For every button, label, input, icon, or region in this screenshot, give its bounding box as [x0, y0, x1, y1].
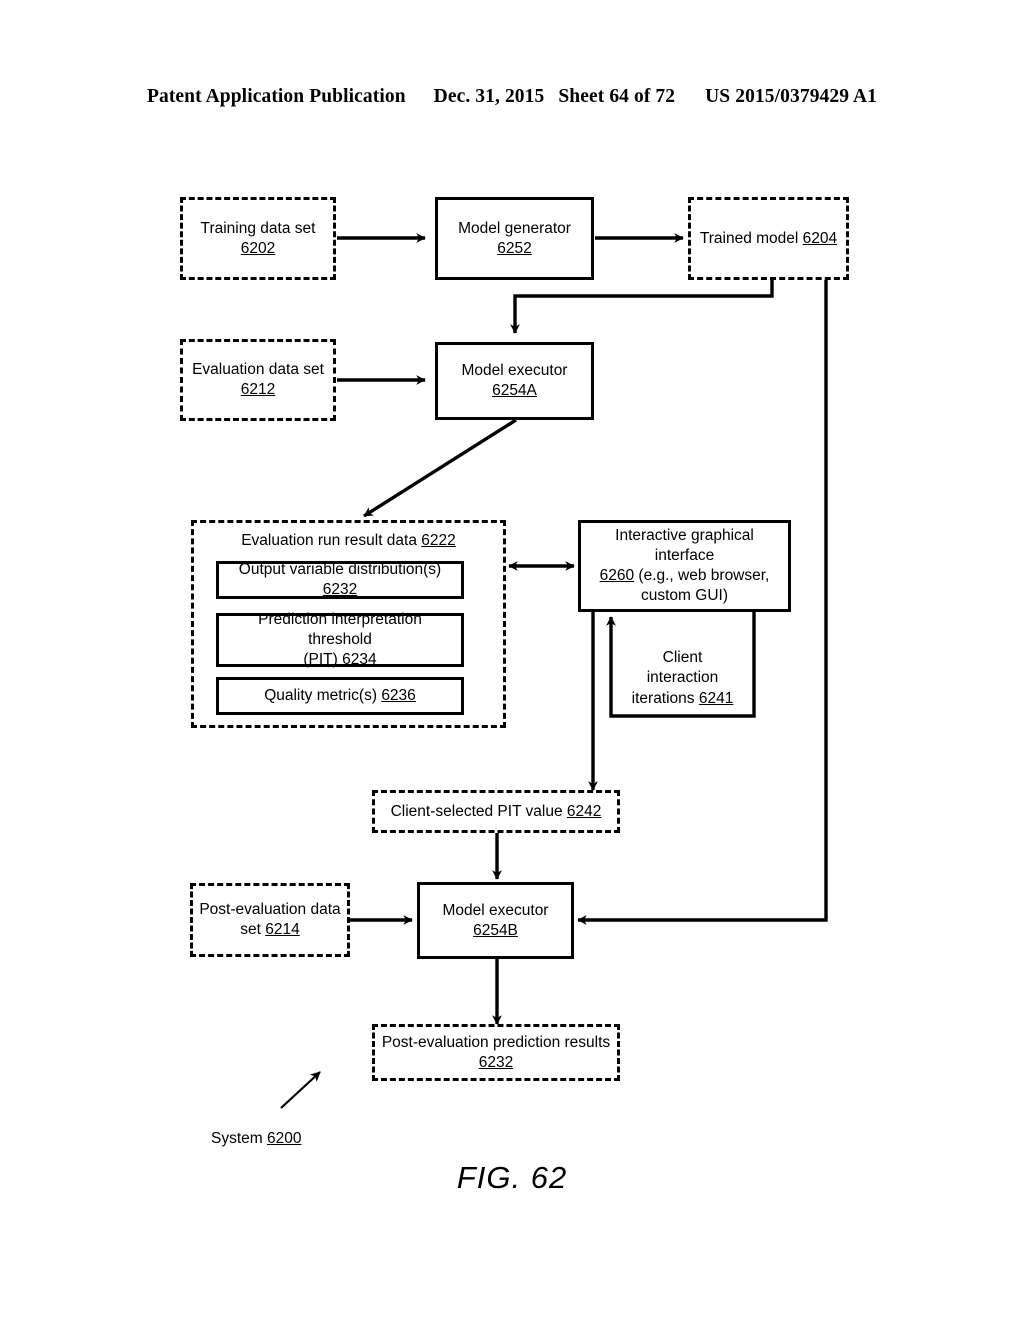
node-interactive-graphical-interface[interactable]: Interactive graphical interface 6260 (e.g… — [578, 520, 791, 612]
node-post-evaluation-data-set[interactable]: Post-evaluation data set 6214 — [190, 883, 350, 957]
node-model-executor-a[interactable]: Model executor 6254A — [435, 342, 594, 420]
label-client-interaction-iterations: Client interaction iterations 6241 — [631, 649, 734, 707]
patent-figure-page: Patent Application Publication Dec. 31, 2… — [0, 0, 1024, 1320]
node-quality-metrics-label: Quality metric(s) 6236 — [264, 687, 416, 705]
publication-header: Patent Application Publication Dec. 31, 2… — [0, 86, 1024, 108]
node-prediction-interpretation-threshold[interactable]: Prediction interpretation threshold (PIT)… — [216, 611, 464, 668]
node-post-evaluation-prediction-results[interactable]: Post-evaluation prediction results 6232 — [372, 1024, 620, 1081]
header-doc-number: US 2015/0379429 A1 — [705, 86, 878, 107]
node-quality-metrics[interactable]: Quality metric(s) 6236 — [216, 677, 464, 715]
node-model-executor-b-label: Model executor 6254B — [442, 901, 549, 939]
header-date: Dec. 31, 2015 — [433, 86, 545, 107]
node-client-selected-pit-value-label: Client-selected PIT value 6242 — [390, 802, 602, 820]
wire-trained-model-to-executor-a — [510, 280, 774, 334]
node-training-data-set-label: Training data set 6202 — [200, 219, 316, 257]
figure-caption: FIG. 62 — [456, 1160, 568, 1195]
node-evaluation-run-result-data-label: Evaluation run result data 6222 — [241, 532, 456, 549]
header-sheet: Sheet 64 of 72 — [558, 86, 676, 107]
wire-system-callout — [280, 1071, 321, 1109]
node-prediction-interpretation-threshold-label: Prediction interpretation threshold (PIT)… — [258, 611, 422, 668]
node-interactive-graphical-interface-label: Interactive graphical interface 6260 (e.g… — [599, 527, 770, 604]
node-client-selected-pit-value[interactable]: Client-selected PIT value 6242 — [372, 790, 620, 833]
node-trained-model-label: Trained model 6204 — [699, 229, 838, 247]
node-model-executor-a-label: Model executor 6254A — [461, 362, 568, 399]
node-output-variable-distributions[interactable]: Output variable distribution(s) 6232 — [216, 561, 464, 599]
node-model-generator[interactable]: Model generator 6252 — [435, 197, 594, 280]
label-system: System 6200 — [211, 1130, 302, 1147]
node-evaluation-data-set[interactable]: Evaluation data set 6212 — [180, 339, 336, 421]
header-publication: Patent Application Publication — [146, 86, 406, 107]
node-training-data-set[interactable]: Training data set 6202 — [180, 197, 336, 280]
node-output-variable-distributions-label: Output variable distribution(s) 6232 — [238, 561, 442, 598]
node-model-generator-label: Model generator 6252 — [458, 219, 571, 257]
node-model-executor-b[interactable]: Model executor 6254B — [417, 882, 574, 959]
node-trained-model[interactable]: Trained model 6204 — [688, 197, 849, 280]
node-post-evaluation-data-set-label: Post-evaluation data set 6214 — [199, 901, 341, 938]
wire-executor-a-to-eval-results — [363, 418, 517, 518]
node-evaluation-data-set-label: Evaluation data set 6212 — [192, 361, 324, 398]
node-post-evaluation-prediction-results-label: Post-evaluation prediction results 6232 — [381, 1033, 611, 1071]
